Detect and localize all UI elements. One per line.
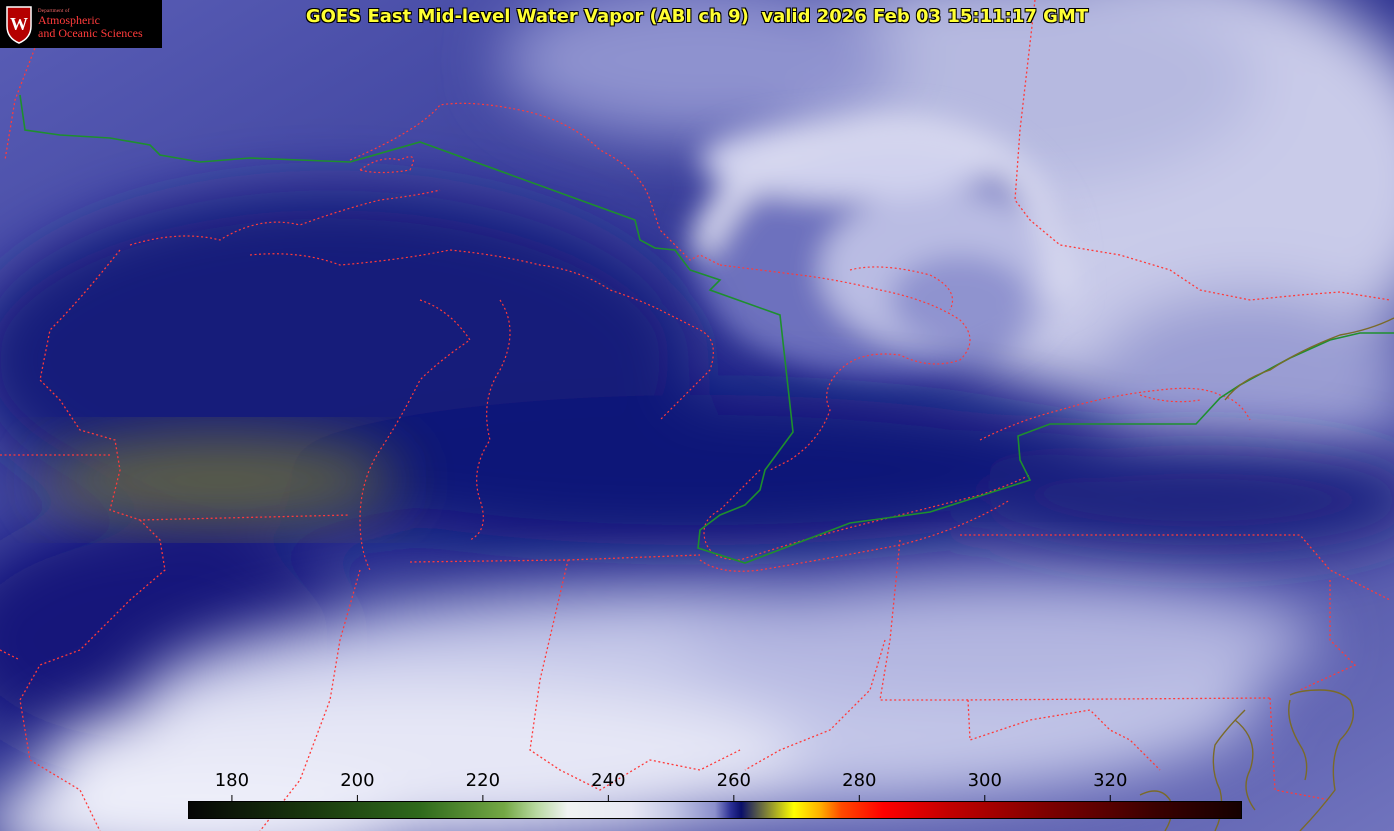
colorbar-tick-label: 220 bbox=[465, 770, 501, 791]
satellite-map bbox=[0, 0, 1394, 831]
colorbar-tick-label: 280 bbox=[842, 770, 877, 791]
colorbar-tick-label: 300 bbox=[967, 770, 1002, 791]
colorbar-tick-label: 260 bbox=[716, 770, 751, 791]
map-title: GOES East Mid-level Water Vapor (ABI ch … bbox=[305, 6, 1089, 27]
vortex-swirl bbox=[687, 115, 1074, 380]
colorbar bbox=[188, 801, 1242, 819]
colorbar-tick-label: 320 bbox=[1093, 770, 1128, 791]
warm-area bbox=[40, 435, 400, 525]
logo-line-2: and Oceanic Sciences bbox=[38, 25, 143, 40]
colorbar-tick-label: 200 bbox=[340, 770, 375, 791]
colorbar-tick-label: 180 bbox=[214, 770, 250, 791]
colorbar-tick-label: 240 bbox=[591, 770, 626, 791]
